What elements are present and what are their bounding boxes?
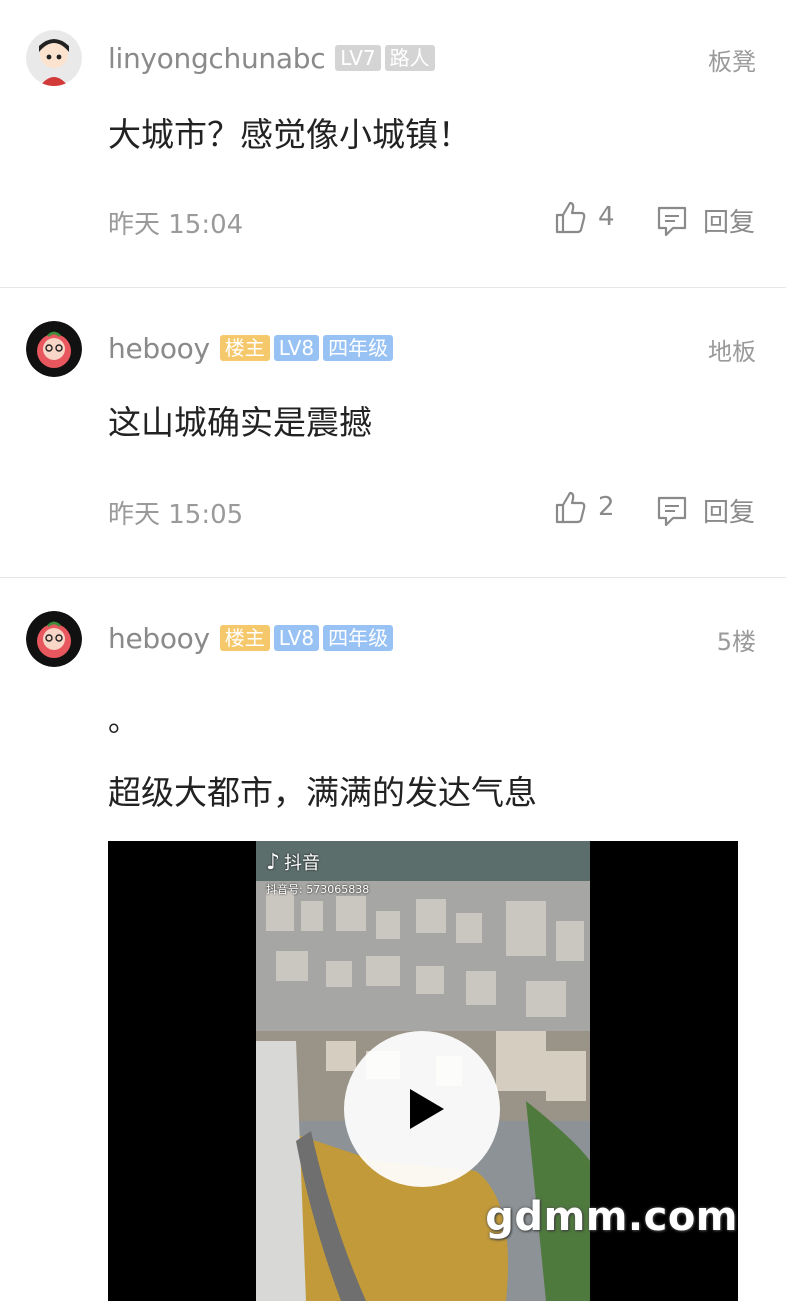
post-content: 大城市？感觉像小城镇！ bbox=[108, 115, 471, 154]
username[interactable]: hebooy bbox=[108, 622, 210, 655]
username[interactable]: linyongchunabc bbox=[108, 42, 326, 75]
floor-label: 地板 bbox=[708, 338, 756, 366]
owner-badge: 楼主 bbox=[219, 335, 270, 361]
owner-badge: 楼主 bbox=[219, 625, 270, 651]
rank-badge: 四年级 bbox=[323, 625, 394, 651]
comment-icon bbox=[657, 496, 687, 526]
post-time: 昨天 15:04 bbox=[108, 210, 244, 240]
post-content: 这山城确实是震撼 bbox=[108, 403, 372, 442]
watermark: gdmm.com bbox=[485, 1194, 738, 1240]
level-badge: LV8 bbox=[273, 625, 320, 651]
douyin-logo: ♪ 抖音 bbox=[266, 849, 320, 875]
post-header: hebooy 楼主 LV8 四年级 bbox=[108, 620, 394, 656]
like-button[interactable]: 2 bbox=[554, 490, 615, 524]
music-note-icon: ♪ bbox=[266, 849, 281, 875]
douyin-app-name: 抖音 bbox=[284, 853, 321, 874]
like-button[interactable]: 4 bbox=[554, 200, 615, 234]
comment-icon bbox=[657, 206, 687, 236]
thumbs-up-icon bbox=[555, 201, 586, 234]
avatar[interactable] bbox=[26, 611, 82, 667]
rank-badge: 四年级 bbox=[323, 335, 394, 361]
rank-badge: 路人 bbox=[384, 45, 435, 71]
douyin-account: 抖音号: 573065838 bbox=[266, 883, 370, 896]
avatar[interactable] bbox=[26, 321, 82, 377]
avatar-image bbox=[26, 611, 82, 667]
reply-button[interactable]: 回复 bbox=[655, 492, 755, 529]
thumbs-up-icon bbox=[555, 491, 586, 524]
reply-label: 回复 bbox=[703, 208, 756, 238]
level-badge: LV7 bbox=[335, 45, 381, 71]
level-badge: LV8 bbox=[273, 335, 320, 361]
reply-label: 回复 bbox=[703, 498, 756, 528]
like-count: 2 bbox=[598, 492, 615, 522]
floor-label: 5楼 bbox=[716, 628, 756, 656]
post-header: linyongchunabc LV7 路人 bbox=[108, 40, 435, 76]
play-button[interactable] bbox=[344, 1031, 500, 1187]
comment-post: linyongchunabc LV7 路人 板凳 大城市？感觉像小城镇！ 昨天 … bbox=[0, 0, 786, 288]
play-icon bbox=[410, 1089, 444, 1129]
floor-label: 板凳 bbox=[708, 48, 756, 76]
comment-post: hebooy 楼主 LV8 四年级 地板 这山城确实是震撼 昨天 15:05 2… bbox=[0, 288, 786, 578]
post-content-line: 。 bbox=[108, 704, 138, 739]
post-header: hebooy 楼主 LV8 四年级 bbox=[108, 330, 394, 366]
like-count: 4 bbox=[598, 202, 615, 232]
avatar-image bbox=[26, 321, 82, 377]
avatar-image bbox=[26, 30, 82, 86]
reply-button[interactable]: 回复 bbox=[655, 202, 755, 239]
post-time: 昨天 15:05 bbox=[108, 500, 244, 530]
username[interactable]: hebooy bbox=[108, 332, 210, 365]
avatar[interactable] bbox=[26, 30, 82, 86]
post-content: 超级大都市，满满的发达气息 bbox=[108, 773, 537, 812]
